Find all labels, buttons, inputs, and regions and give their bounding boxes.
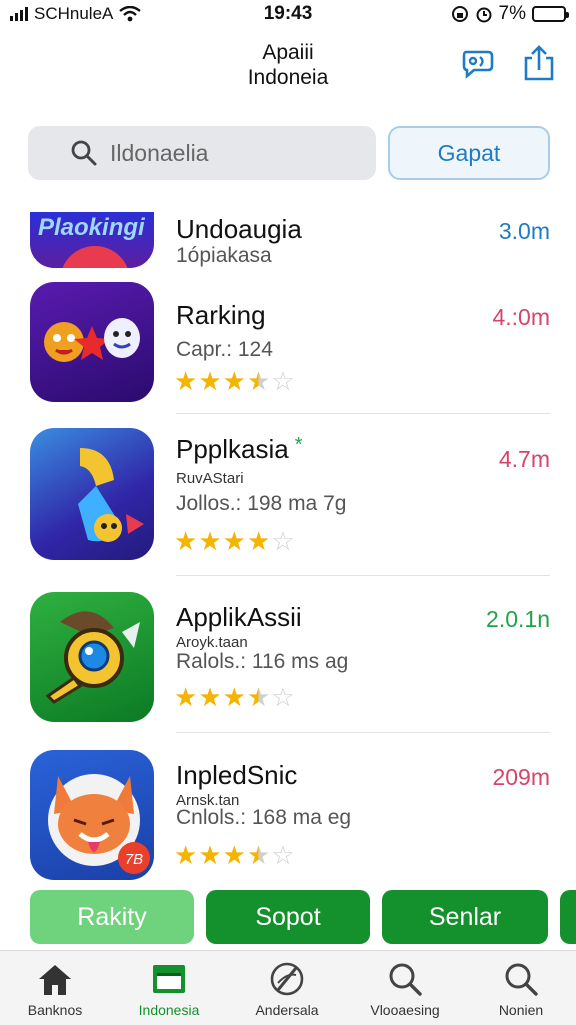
page-title: Apaiii Indoneia bbox=[188, 40, 388, 90]
home-icon bbox=[39, 965, 71, 995]
app-name: Ppplkasia bbox=[176, 434, 289, 464]
battery-percent: 7% bbox=[498, 3, 526, 24]
search-value: Ildonaelia bbox=[110, 139, 209, 166]
tab-bar: Banknos Indonesia Andersala Vlooaesing N… bbox=[0, 950, 576, 1025]
action-button-2[interactable]: Sopot bbox=[206, 890, 370, 944]
star-icon: ★ bbox=[198, 840, 222, 870]
app-icon bbox=[30, 282, 154, 402]
search-button[interactable]: Gapat bbox=[388, 126, 550, 180]
star-icon: ★ bbox=[174, 682, 198, 712]
star-icon: ★ bbox=[174, 366, 198, 396]
tab-label: Nonien bbox=[498, 1002, 544, 1018]
search-icon bbox=[505, 963, 538, 996]
star-icon: ★ bbox=[174, 840, 198, 870]
battery-icon bbox=[532, 6, 569, 22]
star-icon: ★ bbox=[222, 682, 246, 712]
star-icon: ☆ bbox=[271, 526, 295, 556]
app-size: 2.0.1n bbox=[486, 606, 550, 632]
page-title-line1: Apaiii bbox=[262, 41, 314, 64]
app-size: 4.7m bbox=[498, 446, 550, 472]
app-subtitle: RuvAStari bbox=[176, 470, 244, 487]
app-icon bbox=[30, 428, 154, 560]
rating-stars: ★ ★ ★ ★ ☆ bbox=[174, 684, 295, 710]
divider bbox=[176, 575, 550, 576]
star-icon: ☆ bbox=[271, 682, 295, 712]
star-icon: ★ bbox=[222, 366, 246, 396]
app-name: Rarking bbox=[176, 300, 266, 330]
star-icon: ☆ bbox=[271, 366, 295, 396]
new-marker: * bbox=[294, 434, 303, 456]
star-icon: ★ bbox=[246, 526, 271, 556]
tab-label: Vlooaesing bbox=[370, 1002, 440, 1018]
tab-label: Banknos bbox=[27, 1002, 83, 1018]
page-title-line2: Indoneia bbox=[247, 66, 329, 89]
star-icon: ★ bbox=[246, 840, 271, 870]
divider bbox=[176, 732, 550, 733]
rating-stars: ★ ★ ★ ★ ☆ bbox=[174, 368, 295, 394]
rating-stars: ★ ★ ★ ★ ☆ bbox=[174, 842, 295, 868]
app-icon-text: Plaokingi bbox=[38, 214, 145, 241]
star-icon: ★ bbox=[198, 526, 222, 556]
app-meta: Capr.: 124 bbox=[176, 338, 273, 361]
app-name: Undoaugia bbox=[176, 214, 302, 244]
compass-icon bbox=[270, 962, 304, 996]
share-icon[interactable] bbox=[520, 44, 558, 82]
status-bar: SCHnuleA 19:43 7% bbox=[0, 0, 576, 28]
star-icon: ★ bbox=[222, 526, 246, 556]
app-meta: Jollos.: 198 ma 7g bbox=[176, 492, 347, 515]
tab-nonien[interactable]: Nonien bbox=[466, 951, 576, 1025]
tab-andersala[interactable]: Andersala bbox=[232, 951, 342, 1025]
app-meta: Cnlols.: 168 ma eg bbox=[176, 806, 352, 829]
rating-stars: ★ ★ ★ ★ ☆ bbox=[174, 528, 295, 554]
action-button-3[interactable]: Senlar bbox=[382, 890, 548, 944]
app-icon bbox=[30, 592, 154, 722]
search-icon bbox=[71, 140, 97, 166]
action-button-overflow[interactable] bbox=[560, 890, 576, 944]
search-icon bbox=[389, 963, 422, 996]
action-button-1[interactable]: Rakity bbox=[30, 890, 194, 944]
app-subtitle: Aroyk.taan bbox=[176, 634, 248, 651]
tab-indonesia[interactable]: Indonesia bbox=[114, 951, 224, 1025]
star-icon: ★ bbox=[246, 682, 271, 712]
tab-home[interactable]: Banknos bbox=[0, 951, 110, 1025]
star-icon: ★ bbox=[174, 526, 198, 556]
app-icon-badge: 7B bbox=[125, 851, 143, 868]
tab-label: Andersala bbox=[255, 1002, 319, 1018]
window-icon bbox=[153, 965, 185, 993]
app-icon: 7B bbox=[30, 750, 154, 880]
star-icon: ★ bbox=[198, 366, 222, 396]
app-icon: Plaokingi bbox=[30, 212, 154, 268]
app-meta: 1ópiakasa bbox=[176, 244, 272, 267]
app-name-wrap: Ppplkasia * bbox=[176, 434, 303, 465]
divider bbox=[176, 413, 550, 414]
alarm-icon bbox=[476, 7, 492, 23]
chat-icon[interactable] bbox=[460, 44, 498, 82]
app-name: InpledSnic bbox=[176, 760, 298, 790]
star-icon: ★ bbox=[246, 366, 271, 396]
app-meta: Ralols.: 116 ms ag bbox=[176, 650, 349, 673]
tab-label: Indonesia bbox=[138, 1002, 200, 1018]
app-size: 3.0m bbox=[498, 218, 550, 244]
search-input[interactable]: Ildonaelia bbox=[28, 126, 376, 180]
star-icon: ★ bbox=[222, 840, 246, 870]
status-right: 7% bbox=[451, 3, 569, 25]
app-size: 209m bbox=[492, 764, 550, 790]
app-size: 4.:0m bbox=[492, 304, 550, 330]
lock-rotation-icon bbox=[451, 6, 468, 22]
app-name: ApplikAssii bbox=[176, 602, 302, 632]
tab-vlooaesing[interactable]: Vlooaesing bbox=[350, 951, 460, 1025]
star-icon: ★ bbox=[198, 682, 222, 712]
star-icon: ☆ bbox=[271, 840, 295, 870]
